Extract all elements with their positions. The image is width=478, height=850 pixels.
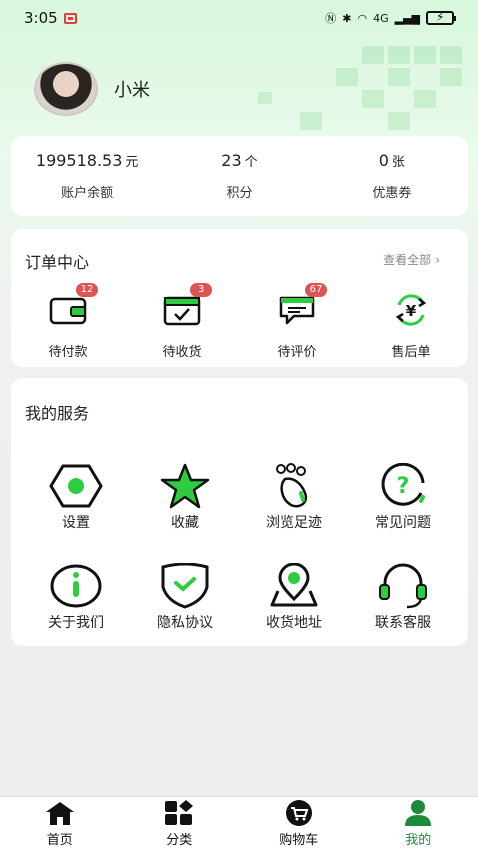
yuan-refund-icon: ¥: [389, 291, 433, 329]
username: 小米: [114, 80, 150, 101]
service-history[interactable]: 浏览足迹: [239, 462, 349, 532]
question-icon: ?: [375, 462, 431, 510]
account-card: 199518.53 元 账户余额 23 个 积分 0张 优惠券: [11, 136, 468, 216]
decor-square: [388, 68, 410, 86]
tab-label: 购物车: [279, 833, 319, 848]
service-label: 常见问题: [375, 515, 431, 531]
service-label: 收货地址: [266, 615, 322, 631]
order-pending-payment[interactable]: 12 待付款: [28, 283, 108, 360]
decor-square: [300, 112, 322, 130]
service-label: 设置: [62, 515, 90, 531]
badge-count: 67: [305, 283, 327, 297]
service-about[interactable]: 关于我们: [21, 562, 131, 632]
order-label: 待收货: [162, 345, 202, 360]
chat-icon: 67: [275, 283, 327, 329]
tab-home[interactable]: 首页: [0, 797, 120, 850]
network-label: 4G: [373, 11, 389, 25]
service-label: 收藏: [171, 515, 199, 531]
decor-square: [440, 68, 462, 86]
services-card: 我的服务 设置 收藏 浏览足迹 ? 常见问题 关于我们 隐私协议 收货地址 联系…: [11, 378, 468, 646]
stat-unit: 个: [244, 155, 258, 170]
nfc-icon: Ⓝ: [325, 12, 337, 25]
decor-square: [388, 46, 410, 64]
category-icon: [163, 799, 195, 827]
user-icon: [402, 799, 434, 827]
tab-cart[interactable]: 购物车: [239, 797, 359, 850]
box-check-icon: 3: [160, 283, 212, 329]
footprint-icon: [266, 462, 322, 510]
decor-square: [362, 90, 384, 108]
location-icon: [266, 562, 322, 610]
wallet-icon: 12: [46, 283, 98, 329]
notification-icon: [63, 12, 77, 24]
service-label: 隐私协议: [157, 615, 213, 631]
battery-icon: ⚡: [426, 10, 456, 25]
shield-icon: [157, 562, 213, 610]
view-all-label: 查看全部: [383, 253, 432, 267]
svg-text:?: ?: [397, 474, 410, 499]
order-label: 待评价: [277, 345, 317, 360]
service-favorites[interactable]: 收藏: [130, 462, 240, 532]
tab-profile[interactable]: 我的: [359, 797, 478, 850]
star-icon: [157, 462, 213, 510]
home-icon: [44, 799, 76, 827]
svg-text:¥: ¥: [406, 302, 417, 320]
signal-icon: ▂▄▆: [394, 11, 420, 25]
order-label: 待付款: [48, 345, 88, 360]
stat-value: 0: [378, 151, 389, 170]
service-label: 浏览足迹: [266, 515, 322, 531]
service-support[interactable]: 联系客服: [348, 562, 458, 632]
service-address[interactable]: 收货地址: [239, 562, 349, 632]
headset-icon: [375, 562, 431, 610]
tab-category[interactable]: 分类: [120, 797, 240, 850]
badge-count: 3: [190, 283, 212, 297]
decor-square: [362, 46, 384, 64]
order-center-title: 订单中心: [25, 253, 90, 272]
decor-square: [414, 46, 436, 64]
badge-count: 12: [76, 283, 98, 297]
tab-label: 首页: [46, 833, 73, 848]
avatar[interactable]: [34, 62, 98, 116]
bluetooth-icon: ✱: [342, 11, 352, 25]
view-all-orders-link[interactable]: 查看全部 ›: [383, 251, 440, 268]
service-privacy[interactable]: 隐私协议: [130, 562, 240, 632]
tab-label: 分类: [166, 833, 193, 848]
stat-unit: 元: [125, 155, 139, 170]
decor-square: [440, 46, 462, 64]
stat-label: 优惠券: [372, 186, 412, 201]
profile-header[interactable]: 小米: [34, 62, 150, 116]
decor-square: [388, 112, 410, 130]
service-faq[interactable]: ? 常见问题: [348, 462, 458, 532]
status-time: 3:05: [24, 9, 58, 27]
stat-points[interactable]: 23 个 积分: [163, 136, 315, 216]
order-pending-review[interactable]: 67 待评价: [257, 283, 337, 360]
order-center-card: 订单中心 查看全部 › 12 待付款 3 待收货 67 待评价 ¥ 售后单: [11, 229, 468, 367]
decor-square: [336, 68, 358, 86]
stat-label: 账户余额: [61, 186, 114, 201]
info-icon: [48, 562, 104, 610]
service-label: 联系客服: [375, 615, 431, 631]
service-label: 关于我们: [48, 615, 104, 631]
stat-balance[interactable]: 199518.53 元 账户余额: [11, 136, 163, 216]
stat-coupons[interactable]: 0张 优惠券: [316, 136, 468, 216]
stat-value: 199518.53: [35, 151, 123, 170]
cart-icon: [283, 799, 315, 827]
status-bar: 3:05 Ⓝ ✱ ◠ 4G ▂▄▆ ⚡: [0, 0, 478, 36]
order-pending-receipt[interactable]: 3 待收货: [142, 283, 222, 360]
hexagon-settings-icon: [48, 462, 104, 510]
decor-square: [414, 90, 436, 108]
chevron-right-icon: ›: [435, 252, 440, 267]
bottom-tab-bar: 首页 分类 购物车 我的: [0, 796, 478, 850]
service-settings[interactable]: 设置: [21, 462, 131, 532]
decor-square: [258, 92, 272, 104]
stat-value: 23: [221, 151, 242, 170]
order-after-sales[interactable]: ¥ 售后单: [371, 291, 451, 360]
services-title: 我的服务: [25, 404, 90, 423]
tab-label: 我的: [405, 833, 432, 848]
stat-unit: 张: [391, 155, 405, 170]
stat-label: 积分: [226, 186, 253, 201]
order-label: 售后单: [391, 345, 431, 360]
wifi-icon: ◠: [357, 11, 368, 25]
